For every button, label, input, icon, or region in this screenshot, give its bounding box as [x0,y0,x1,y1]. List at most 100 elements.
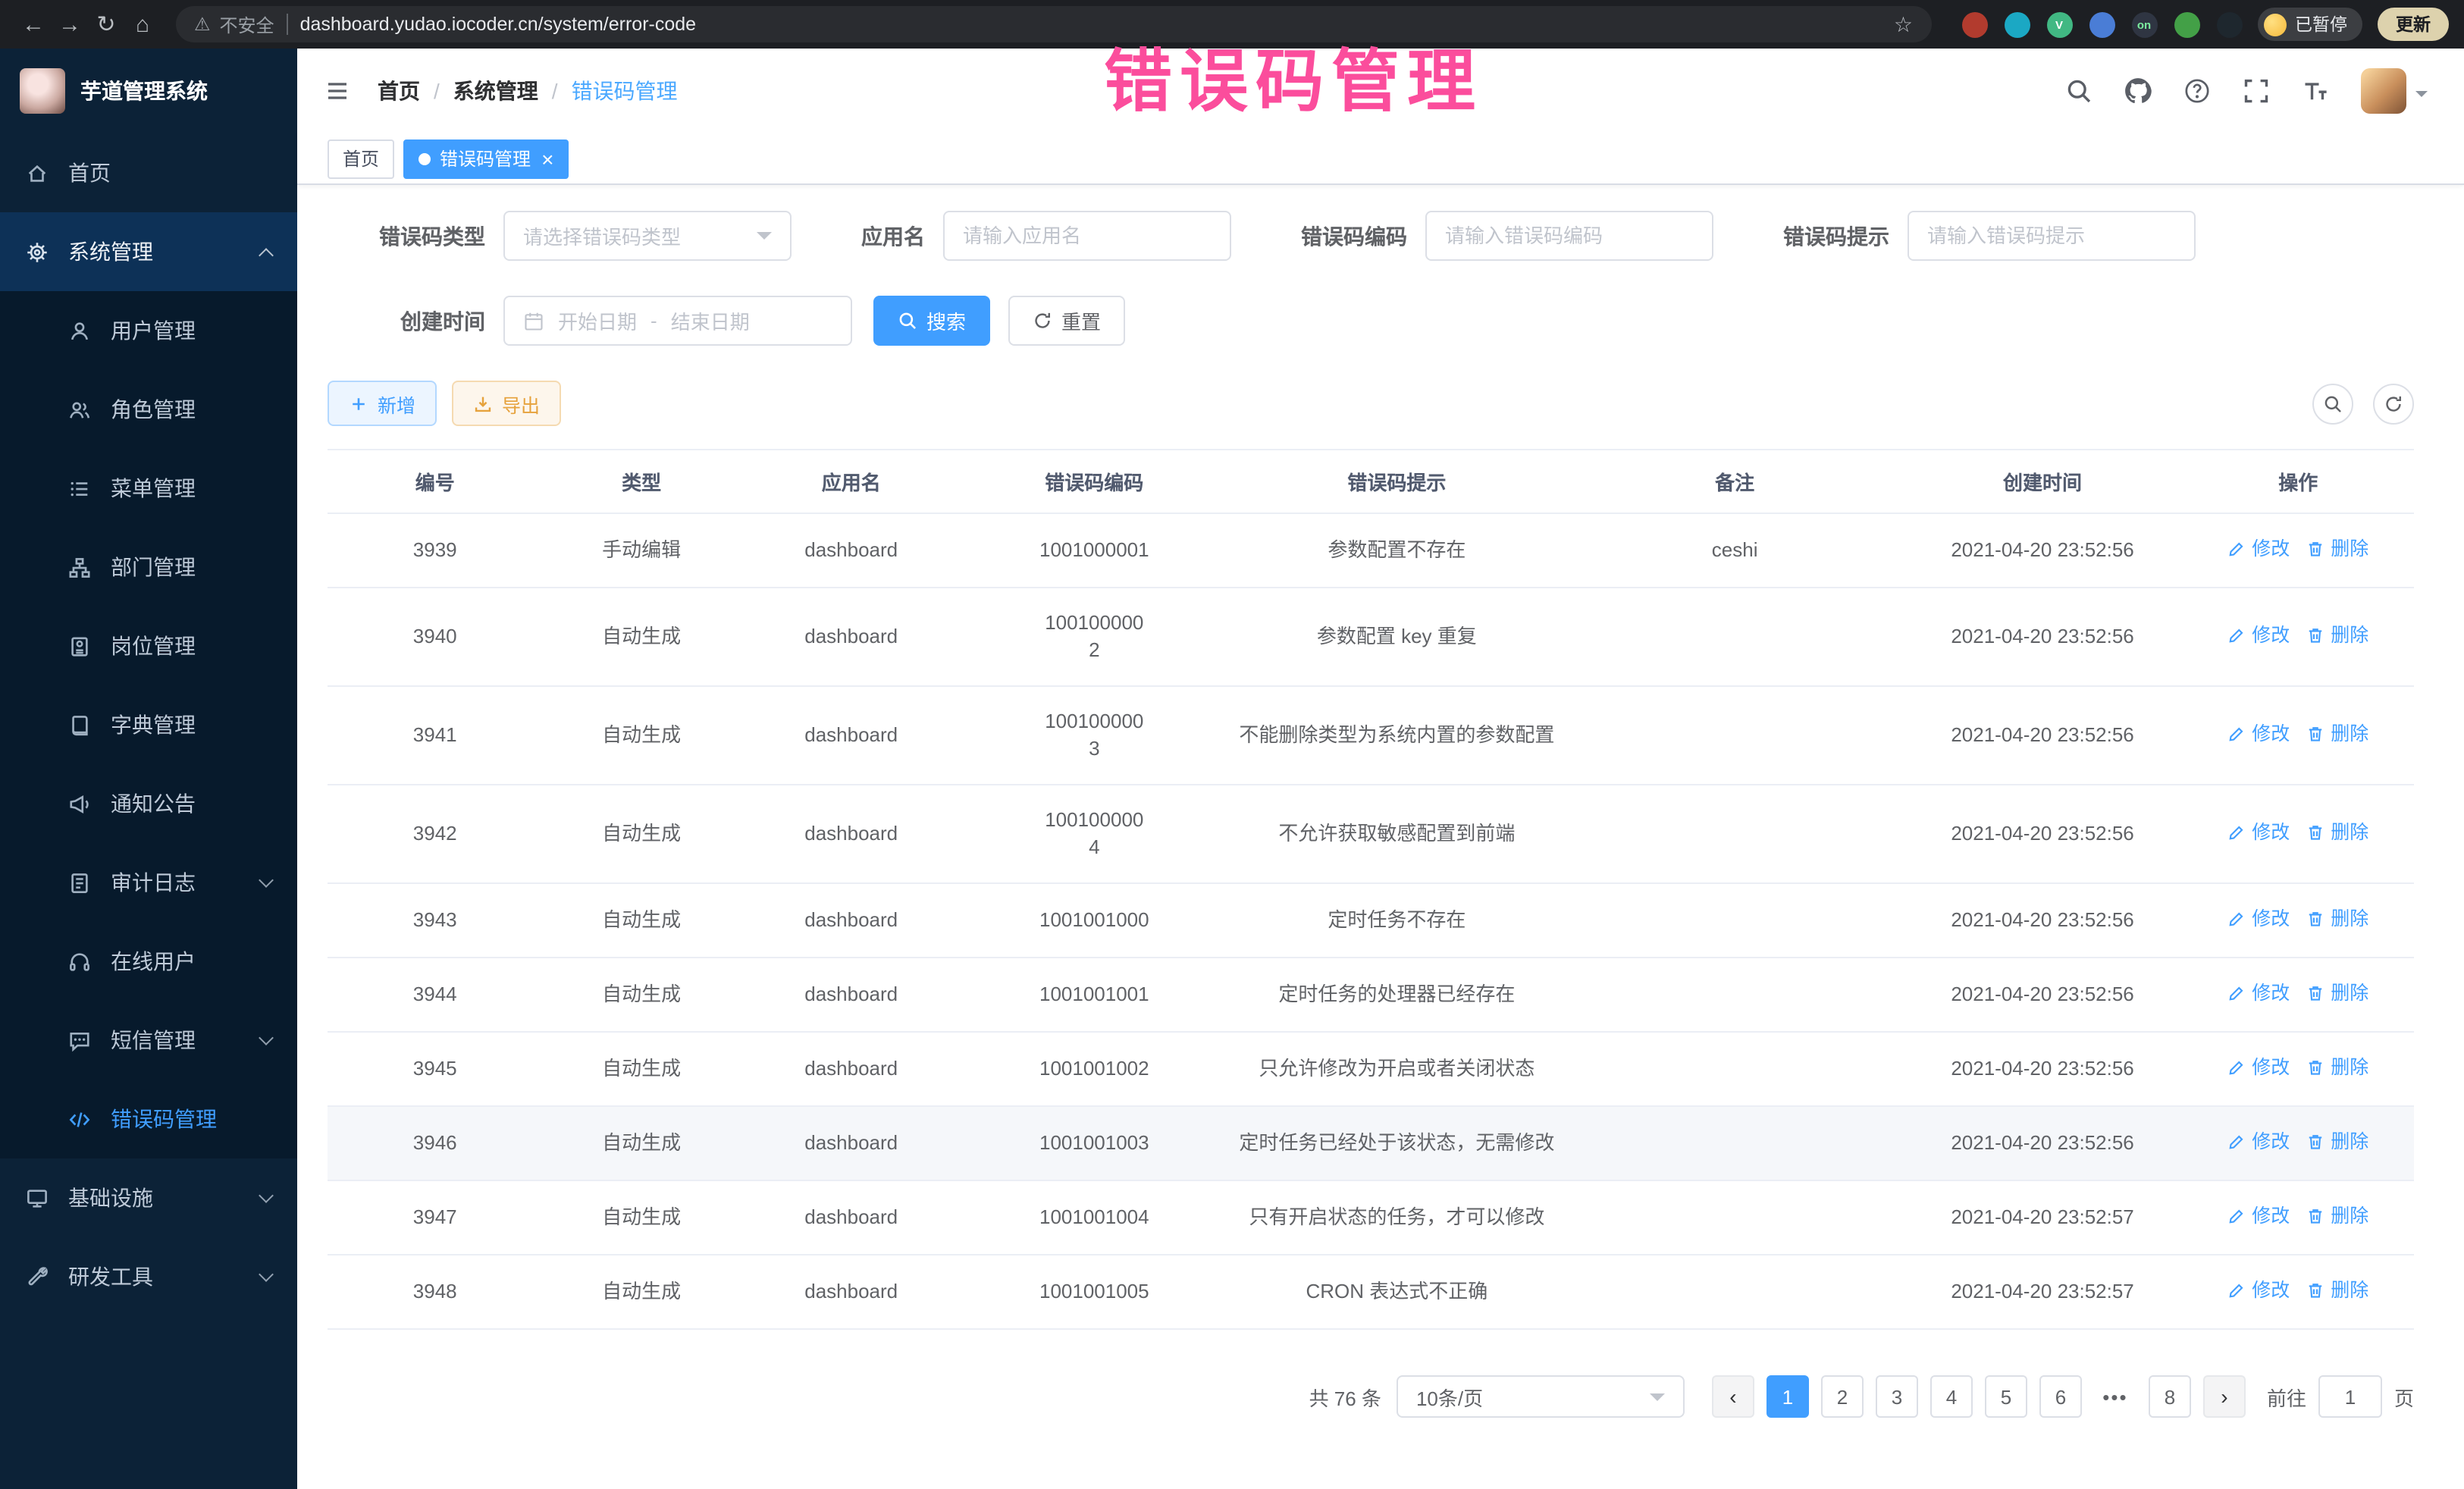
sidebar-item-dev-tools[interactable]: 研发工具 [0,1237,297,1316]
cell-type: 手动编辑 [542,513,740,588]
sidebar-item-sms[interactable]: 短信管理 [0,1001,297,1080]
back-icon[interactable]: ← [15,6,52,42]
delete-link[interactable]: 删除 [2306,720,2368,748]
sidebar-item-online-user[interactable]: 在线用户 [0,922,297,1001]
page-ellipsis: ••• [2094,1375,2136,1418]
sidebar-item-notice[interactable]: 通知公告 [0,764,297,843]
sidebar-item-post[interactable]: 岗位管理 [0,607,297,685]
page-button-5[interactable]: 5 [1985,1375,2027,1418]
extension-blue-icon[interactable] [2089,11,2114,37]
sidebar-item-label: 岗位管理 [111,631,196,661]
edit-link[interactable]: 修改 [2227,905,2290,933]
edit-label: 修改 [2252,980,2290,1007]
delete-link[interactable]: 删除 [2306,1202,2368,1230]
delete-link[interactable]: 删除 [2306,1128,2368,1155]
show-search-button[interactable] [2312,383,2353,424]
cell-id: 3947 [328,1180,542,1255]
bookmark-star-icon[interactable]: ☆ [1894,11,1913,37]
page-button-8[interactable]: 8 [2149,1375,2191,1418]
edit-link[interactable]: 修改 [2227,819,2290,846]
cell-actions: 修改删除 [2182,958,2414,1032]
page-button-6[interactable]: 6 [2039,1375,2082,1418]
cell-code: 1001000001 [962,513,1227,588]
delete-link[interactable]: 删除 [2306,819,2368,846]
page-button-3[interactable]: 3 [1876,1375,1918,1418]
hint-input[interactable] [1908,211,2196,261]
refresh-table-button[interactable] [2373,383,2414,424]
tab-home[interactable]: 首页 [328,139,394,178]
cell-memo [1567,588,1903,686]
sidebar-item-role[interactable]: 角色管理 [0,370,297,449]
update-button[interactable]: 更新 [2378,8,2449,41]
security-warning[interactable]: ⚠ 不安全 [194,11,274,37]
page-button-2[interactable]: 2 [1821,1375,1864,1418]
extension-onetab-icon[interactable]: on [2131,11,2157,37]
github-icon[interactable] [2124,77,2152,105]
sidebar-item-infra[interactable]: 基础设施 [0,1158,297,1237]
edit-link[interactable]: 修改 [2227,1054,2290,1081]
edit-link[interactable]: 修改 [2227,535,2290,563]
edit-link[interactable]: 修改 [2227,1128,2290,1155]
hamburger-icon[interactable] [323,79,352,103]
next-page-button[interactable]: › [2203,1375,2246,1418]
delete-link[interactable]: 删除 [2306,905,2368,933]
search-button[interactable]: 搜索 [873,296,990,346]
extension-dark-pin-icon[interactable] [2216,11,2242,37]
reload-icon[interactable]: ↻ [88,6,124,42]
gear-icon [26,240,49,263]
delete-link[interactable]: 删除 [2306,622,2368,649]
extension-red-icon[interactable] [1961,11,1987,37]
help-icon[interactable] [2183,77,2211,105]
breadcrumb-item[interactable]: 系统管理 [453,76,538,106]
sidebar-item-label: 系统管理 [68,237,153,267]
close-icon[interactable]: × [541,148,553,169]
sidebar-item-error-code[interactable]: 错误码管理 [0,1080,297,1158]
extension-vue-devtools-icon[interactable]: V [2046,11,2072,37]
breadcrumb-item[interactable]: 首页 [378,76,420,106]
edit-link[interactable]: 修改 [2227,720,2290,748]
page-size-select[interactable]: 10条/页 [1397,1375,1685,1418]
sidebar-item-dict[interactable]: 字典管理 [0,685,297,764]
pencil-icon [2227,984,2246,1002]
edit-link[interactable]: 修改 [2227,1277,2290,1304]
edit-link[interactable]: 修改 [2227,622,2290,649]
prev-page-button[interactable]: ‹ [1712,1375,1754,1418]
home-nav-icon[interactable]: ⌂ [124,6,161,42]
delete-link[interactable]: 删除 [2306,980,2368,1007]
sidebar-item-system[interactable]: 系统管理 [0,212,297,291]
chevron-down-icon [259,1267,274,1282]
edit-link[interactable]: 修改 [2227,980,2290,1007]
trash-icon [2306,984,2324,1002]
app-input[interactable] [943,211,1231,261]
page-button-1[interactable]: 1 [1766,1375,1809,1418]
end-date-placeholder: 结束日期 [671,306,750,335]
export-button[interactable]: 导出 [452,381,561,426]
date-range-picker[interactable]: 开始日期 - 结束日期 [503,296,852,346]
extension-teal-icon[interactable] [2004,11,2030,37]
fullscreen-icon[interactable] [2243,77,2270,105]
type-select[interactable]: 请选择错误码类型 [503,211,792,261]
reset-button[interactable]: 重置 [1008,296,1125,346]
delete-link[interactable]: 删除 [2306,1277,2368,1304]
logo-row[interactable]: 芋道管理系统 [0,49,297,133]
tab-error-code[interactable]: 错误码管理× [403,139,569,178]
extension-green-icon[interactable] [2174,11,2199,37]
sidebar-item-menu[interactable]: 菜单管理 [0,449,297,528]
goto-input[interactable] [2318,1375,2382,1418]
sidebar-item-audit-log[interactable]: 审计日志 [0,843,297,922]
add-button[interactable]: 新增 [328,381,437,426]
sidebar-item-home[interactable]: 首页 [0,133,297,212]
edit-link[interactable]: 修改 [2227,1202,2290,1230]
font-size-icon[interactable] [2302,77,2329,105]
delete-link[interactable]: 删除 [2306,1054,2368,1081]
search-icon[interactable] [2065,77,2093,105]
sidebar-item-dept[interactable]: 部门管理 [0,528,297,607]
sidebar-item-user[interactable]: 用户管理 [0,291,297,370]
user-menu[interactable] [2361,68,2428,114]
delete-link[interactable]: 删除 [2306,535,2368,563]
code-input[interactable] [1425,211,1713,261]
address-bar[interactable]: ⚠ 不安全 dashboard.yudao.iocoder.cn/system/… [176,6,1931,42]
paused-badge[interactable]: 已暂停 [2257,8,2362,41]
forward-icon[interactable]: → [52,6,88,42]
page-button-4[interactable]: 4 [1930,1375,1973,1418]
